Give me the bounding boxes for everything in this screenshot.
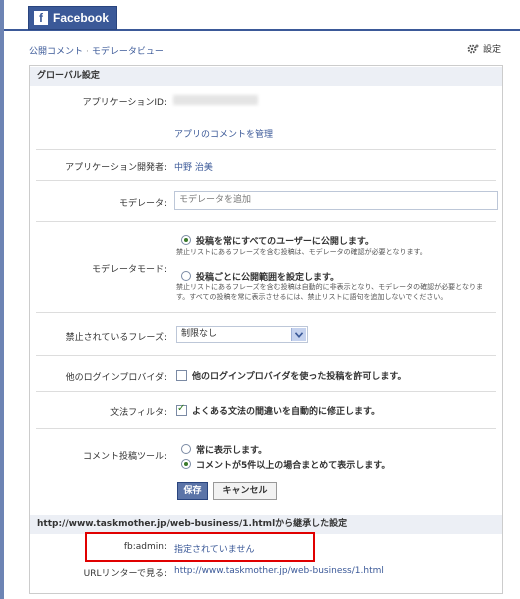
- facebook-tab-label: Facebook: [53, 11, 110, 25]
- mode-per-post-radio[interactable]: [181, 271, 191, 281]
- highlight-box: [85, 532, 315, 562]
- grammar-filter-option: よくある文法の間違いを自動的に修正します。: [192, 407, 381, 417]
- divider: [36, 149, 496, 150]
- moderator-mode-label: モデレータモード:: [91, 265, 167, 275]
- mode-public-option: 投稿を常にすべてのユーザーに公開します。: [196, 237, 375, 247]
- tool-always-radio[interactable]: [181, 444, 191, 454]
- other-login-option: 他のログインプロバイダを使った投稿を許可します。: [192, 372, 407, 382]
- settings-label: 設定: [482, 45, 501, 55]
- banned-phrases-select[interactable]: 制限なし: [176, 326, 308, 343]
- global-settings-header: グローバル設定: [30, 67, 502, 86]
- divider: [36, 221, 496, 222]
- tool-collapse-radio[interactable]: [181, 459, 191, 469]
- manage-comments-link[interactable]: アプリのコメントを管理: [174, 127, 273, 140]
- settings-button[interactable]: 設定: [467, 42, 501, 55]
- banned-phrases-value: 制限なし: [181, 329, 218, 339]
- mode-public-note: 禁止リストにあるフレーズを含む投稿は、モデレータの確認が必要となります。: [176, 248, 427, 256]
- divider: [36, 391, 496, 392]
- other-login-label: 他のログインプロバイダ:: [65, 373, 167, 383]
- save-button[interactable]: 保存: [177, 482, 208, 500]
- facebook-logo-icon: f: [34, 11, 48, 25]
- url-linter-label: URLリンターで見る:: [83, 569, 167, 579]
- divider: [36, 428, 496, 429]
- divider: [36, 355, 496, 356]
- mode-public-radio[interactable]: [181, 235, 191, 245]
- breadcrumb-moderator-view[interactable]: モデレータビュー: [92, 47, 164, 57]
- mode-per-post-note-line-1: 禁止リストにあるフレーズを含む投稿は自動的に非表示となり、モデレータの確認が必要…: [176, 283, 483, 291]
- gear-icon: [467, 44, 479, 53]
- left-edge-bar: [0, 0, 4, 599]
- url-linter-link[interactable]: http://www.taskmother.jp/web-business/1.…: [174, 566, 384, 576]
- tool-always-option: 常に表示します。: [196, 446, 268, 456]
- mode-per-post-option: 投稿ごとに公開範囲を設定します。: [196, 273, 340, 283]
- other-login-checkbox[interactable]: [176, 370, 187, 381]
- app-id-label: アプリケーションID:: [82, 98, 167, 108]
- chevron-down-icon: [291, 328, 306, 341]
- moderator-label: モデレータ:: [118, 199, 167, 209]
- mode-per-post-note-line-2: す。すべての投稿を常に表示させるには、禁止リストに語句を追加しないでください。: [176, 293, 448, 301]
- breadcrumb: 公開コメント · モデレータビュー: [29, 44, 164, 57]
- cancel-button[interactable]: キャンセル: [213, 482, 277, 500]
- grammar-filter-label: 文法フィルタ:: [110, 408, 167, 418]
- facebook-tab[interactable]: f Facebook: [28, 6, 117, 30]
- breadcrumb-separator: ·: [86, 47, 89, 57]
- developer-label: アプリケーション開発者:: [65, 163, 167, 173]
- comment-tool-label: コメント投稿ツール:: [82, 452, 167, 462]
- breadcrumb-public-comments[interactable]: 公開コメント: [29, 47, 83, 57]
- grammar-filter-checkbox[interactable]: [176, 403, 187, 416]
- developer-name-link[interactable]: 中野 治美: [174, 160, 213, 173]
- app-id-value-redacted: [173, 95, 258, 105]
- divider: [36, 180, 496, 181]
- divider: [36, 312, 496, 313]
- banned-phrases-label: 禁止されているフレーズ:: [65, 333, 167, 343]
- moderator-input[interactable]: モデレータを追加: [174, 191, 498, 210]
- tool-collapse-option: コメントが5件以上の場合まとめて表示します。: [196, 461, 391, 471]
